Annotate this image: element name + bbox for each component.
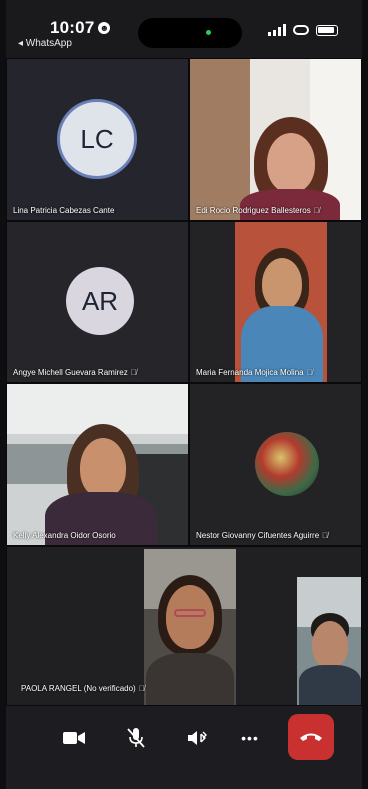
camera-toggle-button[interactable] xyxy=(56,720,92,756)
clock: 10:07 ☻ xyxy=(50,18,111,37)
muted-mic-icon: 🎙̸ xyxy=(306,368,313,377)
hotspot-link-icon xyxy=(293,25,309,35)
speaker-bluetooth-icon xyxy=(188,731,207,745)
participant-video xyxy=(7,384,188,545)
call-screen: 10:07 ☻ ◂ WhatsApp LC Lina Patricia Cabez… xyxy=(6,0,362,789)
muted-mic-icon: 🎙̸ xyxy=(313,206,320,215)
status-icons xyxy=(268,24,338,36)
status-bar: 10:07 ☻ ◂ WhatsApp xyxy=(6,0,362,58)
audio-output-button[interactable] xyxy=(180,720,216,756)
video-camera-icon xyxy=(63,732,85,744)
participant-name: Nestor Giovanny Cifuentes Aguirre 🎙̸ xyxy=(196,531,329,540)
participant-tile-edi[interactable]: Edi Rocio Rodriguez Ballesteros 🎙̸ xyxy=(189,58,362,221)
participant-tile-nestor[interactable]: Nestor Giovanny Cifuentes Aguirre 🎙̸ xyxy=(189,383,362,546)
participant-video xyxy=(235,222,327,382)
participant-pip-video xyxy=(297,577,361,705)
participant-tile-paola[interactable]: PAOLA RANGEL (No verificado) 🎙̸ xyxy=(6,546,362,706)
participant-name: Lina Patricia Cabezas Cante xyxy=(13,206,115,215)
participant-tile-kelly[interactable]: Kelly Alexandra Oidor Osorio xyxy=(6,383,189,546)
participant-video xyxy=(190,59,361,220)
participant-name: Kelly Alexandra Oidor Osorio xyxy=(13,531,116,540)
participant-name: Edi Rocio Rodriguez Ballesteros 🎙̸ xyxy=(196,206,320,215)
focus-mode-icon: ☻ xyxy=(98,22,111,34)
muted-mic-icon: 🎙̸ xyxy=(138,684,145,693)
back-to-whatsapp-link[interactable]: ◂ WhatsApp xyxy=(18,38,72,49)
more-options-button[interactable]: ••• xyxy=(232,720,268,756)
participant-tile-maria[interactable]: Maria Fernanda Mojica Molina 🎙̸ xyxy=(189,221,362,383)
participant-name: Angye Michell Guevara Ramirez 🎙̸ xyxy=(13,368,137,377)
avatar-ar: AR xyxy=(66,267,134,335)
participant-tile-lc[interactable]: LC Lina Patricia Cabezas Cante xyxy=(6,58,189,221)
profile-picture xyxy=(255,432,319,496)
muted-mic-icon: 🎙̸ xyxy=(322,531,329,540)
participant-name: Maria Fernanda Mojica Molina 🎙̸ xyxy=(196,368,313,377)
dynamic-island xyxy=(138,18,242,48)
participant-tile-ar[interactable]: AR Angye Michell Guevara Ramirez 🎙̸ xyxy=(6,221,189,383)
battery-icon xyxy=(316,24,338,36)
call-controls: ••• xyxy=(6,706,362,789)
participant-name: PAOLA RANGEL (No verificado) 🎙̸ xyxy=(21,684,145,693)
microphone-muted-icon xyxy=(127,728,145,748)
end-call-button[interactable] xyxy=(288,714,334,760)
camera-indicator-icon xyxy=(206,30,211,35)
signal-icon xyxy=(268,24,286,36)
muted-mic-icon: 🎙̸ xyxy=(130,368,137,377)
participant-video xyxy=(144,549,236,705)
mute-button[interactable] xyxy=(118,720,154,756)
avatar-lc: LC xyxy=(57,99,137,179)
end-call-icon xyxy=(300,733,322,741)
